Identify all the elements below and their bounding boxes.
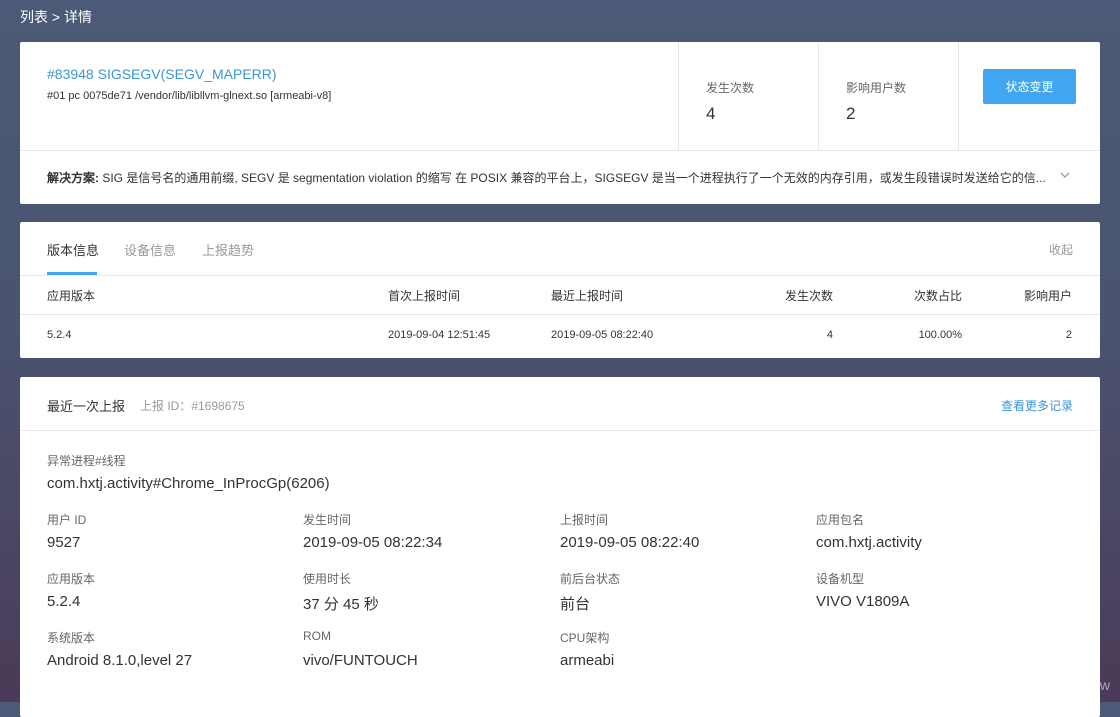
field-value: vivo/FUNTOUCH [303, 652, 418, 669]
field-label: 系统版本 [47, 631, 96, 645]
field-value: 2019-09-05 08:22:40 [560, 534, 700, 551]
crash-header: #83948 SIGSEGV(SEGV_MAPERR) #01 pc 0075d… [20, 42, 1100, 151]
field-label: 使用时长 [303, 572, 352, 586]
solution-label: 解决方案: [47, 171, 99, 185]
field-label: 用户 ID [47, 513, 87, 527]
report-title: 最近一次上报 [47, 399, 126, 414]
stat-value: 4 [706, 104, 716, 123]
solution-text: 解决方案: SIG 是信号名的通用前缀, SEGV 是 segmentation… [47, 169, 1046, 186]
crash-stack-frame: #01 pc 0075de71 /vendor/lib/libllvm-glne… [47, 90, 332, 102]
report-id: 上报 ID：#1698675 [140, 399, 245, 413]
view-more-records-link[interactable]: 查看更多记录 [1001, 397, 1073, 414]
column-header: 次数占比 [913, 289, 962, 303]
table-cell: 100.00% [918, 329, 962, 341]
column-header: 发生次数 [784, 289, 833, 303]
table-cell: 4 [826, 329, 833, 341]
field-value: com.hxtj.activity#Chrome_InProcGp(6206) [47, 475, 330, 492]
breadcrumb[interactable]: 列表 > 详情 [20, 7, 92, 27]
table-cell: 2 [1065, 329, 1072, 341]
latest-report-card: 最近一次上报 上报 ID：#1698675 查看更多记录 异常进程#线程 com… [20, 377, 1100, 717]
tab-version-info[interactable]: 版本信息 [47, 240, 99, 259]
table-cell: 2019-09-04 12:51:45 [388, 329, 491, 341]
row-divider [20, 314, 1100, 315]
field-value: armeabi [560, 652, 615, 669]
active-tab-indicator [47, 272, 97, 275]
field-value: 前台 [560, 596, 591, 613]
field-value: 5.2.4 [47, 593, 81, 610]
tab-device-info[interactable]: 设备信息 [124, 240, 176, 259]
tab-bar: 版本信息 设备信息 上报趋势 收起 [20, 222, 1100, 276]
version-info-card: 版本信息 设备信息 上报趋势 收起 应用版本 首次上报时间 最近上报时间 发生次… [20, 222, 1100, 358]
field-value: 2019-09-05 08:22:34 [303, 534, 443, 551]
column-header: 影响用户 [1023, 289, 1072, 303]
field-label: 设备机型 [816, 572, 865, 586]
report-header: 最近一次上报 上报 ID：#1698675 查看更多记录 [20, 377, 1100, 431]
field-value: 9527 [47, 534, 81, 551]
field-value: 37 分 45 秒 [303, 596, 379, 613]
table-cell: 2019-09-05 08:22:40 [551, 329, 654, 341]
stat-label: 发生次数 [706, 81, 755, 95]
table-cell: 5.2.4 [47, 329, 72, 341]
field-label: 应用版本 [47, 572, 96, 586]
crash-title: #83948 SIGSEGV(SEGV_MAPERR) [47, 66, 277, 82]
field-value: VIVO V1809A [816, 593, 910, 610]
field-label: 上报时间 [560, 513, 609, 527]
field-label: 应用包名 [816, 513, 865, 527]
tab-report-trend[interactable]: 上报趋势 [202, 240, 254, 259]
column-header: 首次上报时间 [388, 289, 461, 303]
chevron-down-icon[interactable] [1058, 168, 1072, 182]
crash-summary-card: #83948 SIGSEGV(SEGV_MAPERR) #01 pc 0075d… [20, 42, 1100, 204]
stat-label: 影响用户数 [846, 81, 907, 95]
stat-occurrences: 发生次数 4 [678, 42, 819, 150]
stat-value: 2 [846, 104, 856, 123]
field-value: Android 8.1.0,level 27 [47, 652, 193, 669]
status-change-button[interactable]: 状态变更 [983, 69, 1076, 104]
column-header: 最近上报时间 [551, 289, 624, 303]
collapse-link[interactable]: 收起 [1049, 241, 1073, 258]
field-label: 异常进程#线程 [47, 454, 126, 468]
watermark: https://blog.csdn.net/android_gw [908, 677, 1110, 693]
field-label: 前后台状态 [560, 572, 621, 586]
field-label: CPU架构 [560, 631, 610, 645]
field-label: 发生时间 [303, 513, 352, 527]
field-label: ROM [303, 629, 331, 643]
field-value: com.hxtj.activity [816, 534, 922, 551]
stat-affected-users: 影响用户数 2 [818, 42, 959, 150]
column-header: 应用版本 [47, 289, 96, 303]
solution-body: SIG 是信号名的通用前缀, SEGV 是 segmentation viola… [99, 171, 1046, 185]
